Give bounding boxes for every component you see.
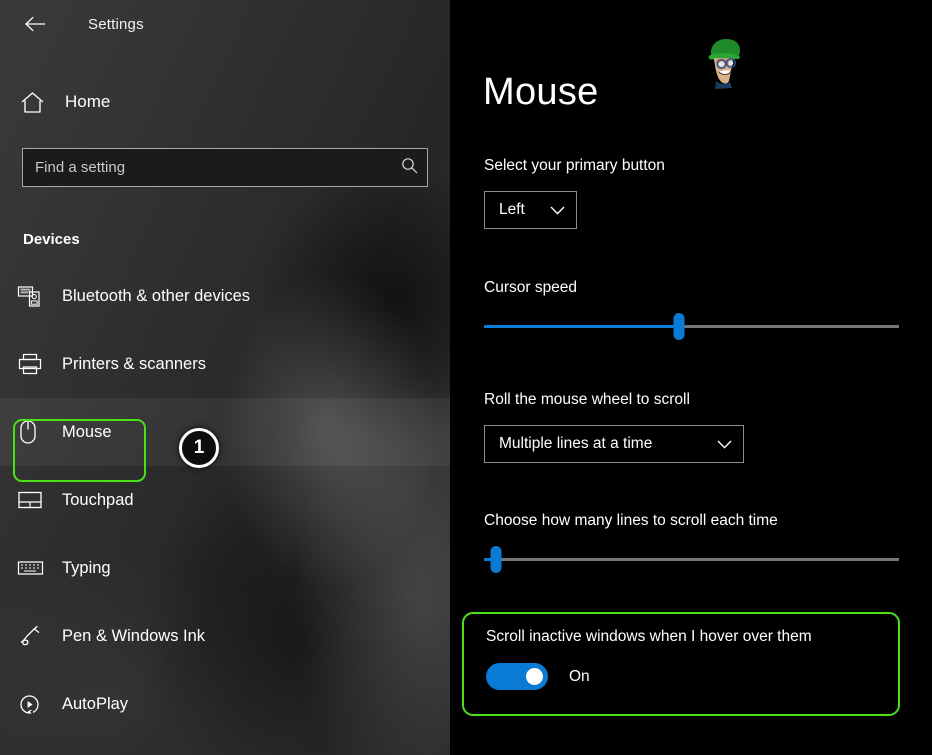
sidebar-item-mouse-label: Mouse (62, 423, 112, 442)
search-input[interactable] (23, 159, 427, 176)
lines-to-scroll-track (484, 558, 899, 561)
sidebar-item-pen[interactable]: Pen & Windows Ink (0, 602, 450, 670)
inactive-scroll-toggle[interactable] (486, 663, 548, 690)
sidebar-item-autoplay[interactable]: AutoPlay (0, 670, 450, 738)
cartoon-avatar-watermark (703, 36, 746, 91)
main-content: Mouse Select your primary button Left Cu… (450, 0, 932, 755)
lines-to-scroll-section: Choose how many lines to scroll each tim… (484, 512, 899, 576)
wheel-scroll-value: Multiple lines at a time (499, 435, 652, 453)
back-arrow-icon[interactable] (18, 9, 52, 39)
lines-to-scroll-thumb[interactable] (491, 546, 502, 573)
printer-icon (17, 352, 49, 376)
home-icon (20, 91, 50, 114)
window-title: Settings (88, 16, 144, 33)
sidebar-item-pen-label: Pen & Windows Ink (62, 627, 205, 646)
wheel-scroll-dropdown[interactable]: Multiple lines at a time (484, 425, 744, 463)
sidebar: Settings Home (0, 0, 450, 755)
wheel-scroll-section: Roll the mouse wheel to scroll Multiple … (484, 391, 744, 463)
autoplay-icon (17, 692, 49, 717)
sidebar-item-mouse[interactable]: Mouse (0, 398, 450, 466)
inactive-scroll-state: On (569, 668, 590, 686)
primary-button-label: Select your primary button (484, 157, 665, 175)
title-bar: Settings (0, 0, 450, 48)
search-box[interactable] (22, 148, 428, 187)
cursor-speed-section: Cursor speed (484, 279, 899, 343)
cursor-speed-label: Cursor speed (484, 279, 899, 297)
primary-button-value: Left (499, 201, 525, 219)
cursor-speed-thumb[interactable] (674, 313, 685, 340)
sidebar-group-header: Devices (23, 231, 450, 248)
touchpad-icon (17, 489, 49, 511)
highlight-box-inactive-scroll: Scroll inactive windows when I hover ove… (462, 612, 900, 716)
sidebar-item-autoplay-label: AutoPlay (62, 695, 128, 714)
cursor-speed-fill (484, 325, 679, 328)
sidebar-item-printers[interactable]: Printers & scanners (0, 330, 450, 398)
sidebar-item-printers-label: Printers & scanners (62, 355, 206, 374)
sidebar-item-bluetooth[interactable]: Bluetooth & other devices (0, 262, 450, 330)
lines-to-scroll-label: Choose how many lines to scroll each tim… (484, 512, 899, 530)
pen-icon (17, 624, 49, 648)
inactive-scroll-section: Scroll inactive windows when I hover ove… (486, 628, 886, 690)
cursor-speed-slider[interactable] (484, 309, 899, 343)
inactive-scroll-row: On (486, 663, 886, 690)
primary-button-dropdown[interactable]: Left (484, 191, 577, 229)
search-container (22, 148, 428, 187)
search-icon[interactable] (401, 157, 418, 179)
annotation-badge-1: 1 (179, 428, 219, 468)
primary-button-section: Select your primary button Left (484, 157, 665, 229)
lines-to-scroll-slider[interactable] (484, 542, 899, 576)
settings-window: Settings Home (0, 0, 932, 755)
sidebar-item-touchpad[interactable]: Touchpad (0, 466, 450, 534)
sidebar-item-touchpad-label: Touchpad (62, 491, 134, 510)
chevron-down-icon (717, 440, 732, 449)
bluetooth-devices-icon (17, 284, 49, 308)
inactive-scroll-label: Scroll inactive windows when I hover ove… (486, 628, 886, 646)
wheel-scroll-label: Roll the mouse wheel to scroll (484, 391, 744, 409)
sidebar-item-home[interactable]: Home (0, 79, 450, 125)
sidebar-item-bluetooth-label: Bluetooth & other devices (62, 287, 250, 306)
chevron-down-icon (550, 206, 565, 215)
sidebar-item-typing-label: Typing (62, 559, 111, 578)
page-title: Mouse (483, 71, 599, 114)
sidebar-nav-list: Bluetooth & other devices Printers & sca… (0, 262, 450, 738)
toggle-knob (526, 668, 543, 685)
sidebar-item-home-label: Home (65, 92, 110, 112)
mouse-icon (17, 419, 49, 445)
sidebar-item-typing[interactable]: Typing (0, 534, 450, 602)
keyboard-icon (17, 558, 49, 578)
